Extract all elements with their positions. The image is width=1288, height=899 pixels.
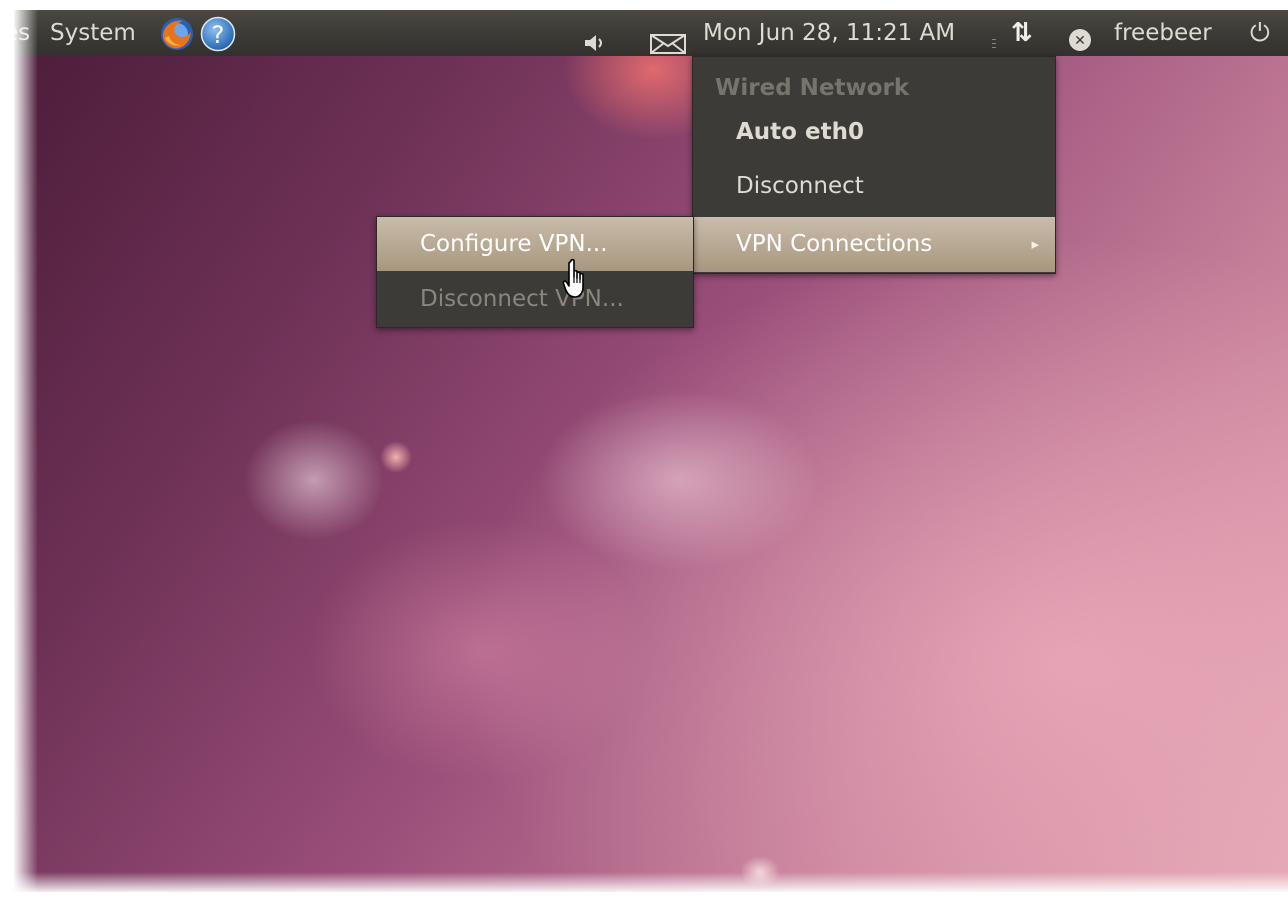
mail-icon[interactable] [650, 24, 686, 54]
top-panel: es System ? [14, 10, 1288, 56]
desktop: es System ? [14, 10, 1288, 892]
power-icon[interactable]: ⏻ [1250, 10, 1270, 56]
user-status-offline-icon[interactable]: ✕ [1068, 22, 1092, 51]
vpn-submenu: Configure VPN... Disconnect VPN... [376, 216, 694, 328]
hand-cursor-icon [562, 258, 594, 302]
configure-vpn-item[interactable]: Configure VPN... [377, 217, 693, 271]
wired-network-header: Wired Network [715, 75, 910, 101]
clock[interactable]: Mon Jun 28, 11:21 AM [703, 10, 955, 56]
disconnect-vpn-item: Disconnect VPN... [420, 286, 624, 312]
submenu-arrow-icon: ▸ [1031, 235, 1039, 253]
vpn-connections-item[interactable]: VPN Connections ▸ [693, 217, 1055, 272]
svg-text:✕: ✕ [1074, 33, 1086, 49]
system-menu[interactable]: System [50, 10, 136, 56]
network-updown-icon[interactable]: ⇅ [1011, 10, 1033, 56]
disconnect-item[interactable]: Disconnect [693, 169, 1055, 203]
firefox-icon[interactable] [159, 16, 195, 52]
places-menu-partial[interactable]: es [14, 10, 30, 56]
svg-text:?: ? [212, 21, 225, 49]
volume-icon[interactable] [582, 23, 608, 51]
auto-eth0-item[interactable]: Auto eth0 [693, 115, 1055, 149]
network-menu: Wired Network Auto eth0 Disconnect VPN C… [692, 56, 1056, 274]
username[interactable]: freebeer [1114, 10, 1212, 56]
help-icon[interactable]: ? [200, 16, 236, 52]
panel-separator-handle [991, 24, 997, 48]
vpn-connections-label: VPN Connections [736, 231, 933, 257]
